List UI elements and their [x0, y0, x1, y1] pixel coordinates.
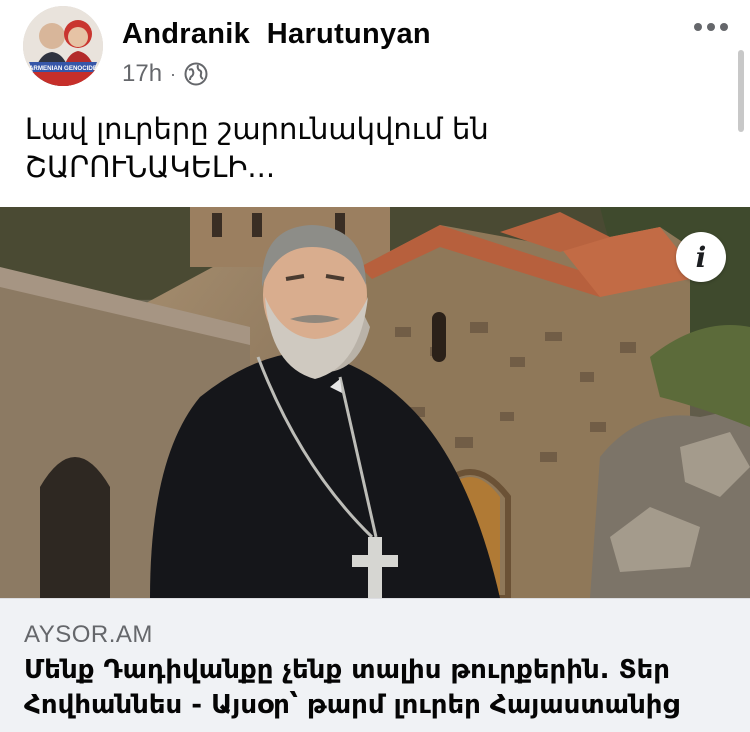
globe-icon[interactable] [184, 62, 208, 86]
avatar[interactable]: ARMENIAN GENOCIDE [23, 6, 103, 86]
post-timestamp[interactable]: 17h [122, 60, 162, 88]
post-text-line-2: ՇԱՐՈՒՆԱԿԵԼԻ... [25, 150, 276, 184]
meta-separator: · [170, 63, 177, 84]
more-options-icon[interactable] [690, 12, 732, 42]
post-meta: 17h · [122, 60, 208, 88]
post-header: ARMENIAN GENOCIDE Andranik Harutunyan 17… [0, 0, 750, 132]
avatar-image: ARMENIAN GENOCIDE [23, 6, 103, 86]
info-button[interactable]: i [676, 232, 726, 282]
post-text-line-1: Լավ լուրերը շարունակվում են [25, 112, 489, 146]
avatar-banner-text: ARMENIAN GENOCIDE [29, 65, 97, 72]
link-domain: AYSOR.AM [24, 621, 153, 648]
link-preview[interactable]: AYSOR.AM Մենք Դադիվանքը չենք տալիս թուրք… [0, 598, 750, 732]
post-image[interactable] [0, 207, 750, 598]
scrollbar[interactable] [738, 50, 744, 132]
info-icon: i [695, 240, 707, 274]
author-name[interactable]: Andranik Harutunyan [122, 18, 431, 51]
link-title-line-2: Հովհաննես - Այսօր՝ թարմ լուրեր Հայաստանի… [24, 690, 680, 720]
post-text: Լավ լուրերը շարունակվում են ՇԱՐՈՒՆԱԿԵԼԻ.… [25, 110, 725, 186]
facebook-post: ARMENIAN GENOCIDE Andranik Harutunyan 17… [0, 0, 750, 732]
priest-at-monastery-photo [0, 207, 750, 598]
link-title[interactable]: Մենք Դադիվանքը չենք տալիս թուրքերին. Տեր… [24, 653, 734, 723]
link-title-line-1: Մենք Դադիվանքը չենք տալիս թուրքերին. Տեր [24, 655, 671, 685]
